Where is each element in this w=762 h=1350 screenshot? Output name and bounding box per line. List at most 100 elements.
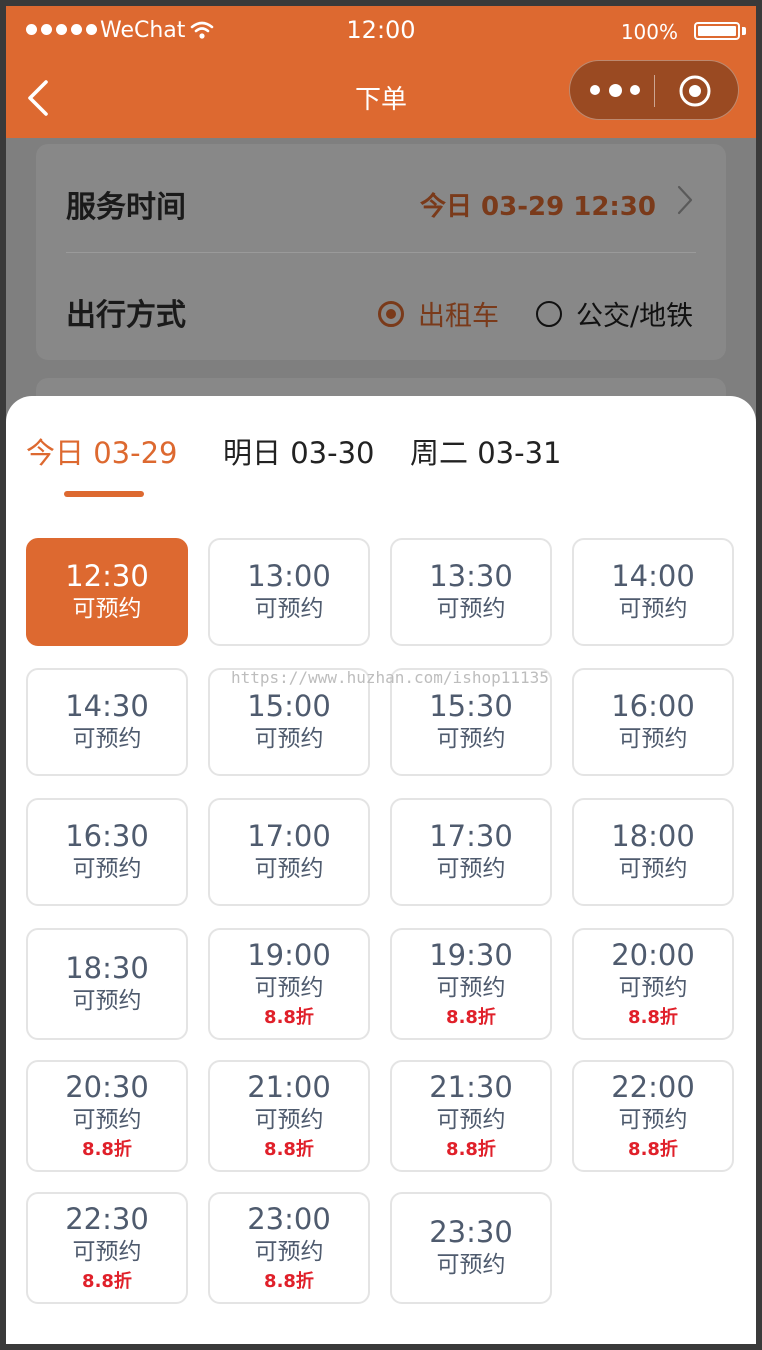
slot-time: 21:30	[429, 1070, 513, 1104]
time-slot[interactable]: 23:30 可预约	[390, 1192, 552, 1304]
slot-status: 可预约	[254, 1107, 324, 1133]
slot-status: 可预约	[436, 596, 506, 622]
tab-tuesday[interactable]: 周二 03-31	[410, 430, 562, 472]
slot-status: 可预约	[72, 856, 142, 882]
slot-time: 20:00	[611, 938, 695, 972]
slot-status: 可预约	[72, 726, 142, 752]
slot-time: 18:30	[65, 951, 149, 985]
time-slot[interactable]: 14:30 可预约	[26, 668, 188, 776]
time-slot[interactable]: 20:30 可预约 8.8折	[26, 1060, 188, 1172]
slot-discount-badge: 8.8折	[446, 1139, 496, 1160]
slot-discount-badge: 8.8折	[82, 1271, 132, 1292]
slot-status: 可预约	[72, 1107, 142, 1133]
status-bar: WeChat 12:00 100%	[6, 6, 756, 58]
slot-status: 可预约	[618, 975, 688, 1001]
slot-discount-badge: 8.8折	[446, 1007, 496, 1028]
time-slot[interactable]: 13:00 可预约	[208, 538, 370, 646]
time-slot[interactable]: 18:30 可预约	[26, 928, 188, 1040]
slot-time: 12:30	[65, 559, 149, 593]
slot-time: 17:00	[247, 819, 331, 853]
tab-underline	[64, 491, 144, 497]
time-picker-sheet: 今日 03-29 明日 03-30 周二 03-31 12:30 可预约 13:00…	[6, 396, 756, 1344]
travel-mode-transit-label: 公交/地铁	[576, 301, 694, 332]
slot-discount-badge: 8.8折	[628, 1007, 678, 1028]
time-slot[interactable]: 16:30 可预约	[26, 798, 188, 906]
time-slot[interactable]: 12:30 可预约	[26, 538, 188, 646]
service-time-value[interactable]: 今日 03-29 12:30	[420, 186, 656, 223]
more-icon[interactable]	[590, 78, 640, 102]
slot-time: 16:00	[611, 689, 695, 723]
slot-time: 14:30	[65, 689, 149, 723]
travel-mode-taxi-label: 出租车	[418, 301, 499, 332]
slot-time: 16:30	[65, 819, 149, 853]
header: WeChat 12:00 100% 下单	[6, 6, 756, 138]
slot-status: 可预约	[254, 1239, 324, 1265]
slot-time: 19:30	[429, 938, 513, 972]
time-slot[interactable]: 23:00 可预约 8.8折	[208, 1192, 370, 1304]
slot-discount-badge: 8.8折	[264, 1139, 314, 1160]
capsule-divider	[654, 75, 655, 107]
travel-mode-transit[interactable]: 公交/地铁	[536, 294, 693, 333]
slot-time: 14:00	[611, 559, 695, 593]
time-slot[interactable]: 16:00 可预约	[572, 668, 734, 776]
chevron-right-icon[interactable]	[676, 184, 694, 216]
slot-time: 13:30	[429, 559, 513, 593]
time-slot[interactable]: 19:00 可预约 8.8折	[208, 928, 370, 1040]
slot-time: 22:30	[65, 1202, 149, 1236]
close-target-icon[interactable]	[678, 74, 712, 108]
slot-status: 可预约	[436, 856, 506, 882]
slot-status: 可预约	[254, 596, 324, 622]
travel-mode-taxi[interactable]: 出租车	[378, 294, 499, 333]
slot-status: 可预约	[72, 596, 142, 622]
slot-time: 15:00	[247, 689, 331, 723]
slot-status: 可预约	[254, 726, 324, 752]
tab-today[interactable]: 今日 03-29	[26, 430, 178, 472]
service-time-label: 服务时间	[66, 190, 186, 225]
time-slot[interactable]: 17:00 可预约	[208, 798, 370, 906]
radio-checked-icon	[378, 300, 404, 327]
slot-time: 23:30	[429, 1215, 513, 1249]
time-slot[interactable]: 21:30 可预约 8.8折	[390, 1060, 552, 1172]
slot-time: 18:00	[611, 819, 695, 853]
time-slot[interactable]: 22:30 可预约 8.8折	[26, 1192, 188, 1304]
form-divider	[66, 252, 696, 253]
slot-status: 可预约	[436, 975, 506, 1001]
slot-time: 22:00	[611, 1070, 695, 1104]
slot-status: 可预约	[618, 596, 688, 622]
slot-status: 可预约	[618, 856, 688, 882]
slot-time: 19:00	[247, 938, 331, 972]
time-slot[interactable]: 21:00 可预约 8.8折	[208, 1060, 370, 1172]
slot-time: 15:30	[429, 689, 513, 723]
slot-status: 可预约	[618, 1107, 688, 1133]
time-slot[interactable]: 18:00 可预约	[572, 798, 734, 906]
time-slot[interactable]: 22:00 可预约 8.8折	[572, 1060, 734, 1172]
slot-status: 可预约	[72, 1239, 142, 1265]
time-slot[interactable]: 17:30 可预约	[390, 798, 552, 906]
slot-time: 13:00	[247, 559, 331, 593]
phone-frame: WeChat 12:00 100% 下单 服务时间 今日 03-29 12:30…	[6, 6, 756, 1344]
slot-status: 可预约	[72, 988, 142, 1014]
slot-status: 可预约	[436, 726, 506, 752]
tab-tomorrow[interactable]: 明日 03-30	[223, 430, 375, 472]
slot-time: 20:30	[65, 1070, 149, 1104]
slot-status: 可预约	[618, 726, 688, 752]
time-slot[interactable]: 19:30 可预约 8.8折	[390, 928, 552, 1040]
slot-discount-badge: 8.8折	[264, 1007, 314, 1028]
order-form-card: 服务时间 今日 03-29 12:30 出行方式 出租车 公交/地铁	[36, 144, 726, 360]
watermark: https://www.huzhan.com/ishop11135	[231, 668, 549, 687]
slot-time: 21:00	[247, 1070, 331, 1104]
time-slot[interactable]: 14:00 可预约	[572, 538, 734, 646]
slot-status: 可预约	[254, 856, 324, 882]
slot-time: 23:00	[247, 1202, 331, 1236]
time-slot[interactable]: 20:00 可预约 8.8折	[572, 928, 734, 1040]
slot-discount-badge: 8.8折	[82, 1139, 132, 1160]
slot-time: 17:30	[429, 819, 513, 853]
travel-mode-label: 出行方式	[66, 298, 186, 333]
time-slot[interactable]: 13:30 可预约	[390, 538, 552, 646]
slot-discount-badge: 8.8折	[628, 1139, 678, 1160]
mini-program-capsule	[569, 60, 739, 120]
battery-tip	[742, 27, 746, 35]
slot-status: 可预约	[254, 975, 324, 1001]
battery-icon	[694, 22, 740, 40]
slot-discount-badge: 8.8折	[264, 1271, 314, 1292]
